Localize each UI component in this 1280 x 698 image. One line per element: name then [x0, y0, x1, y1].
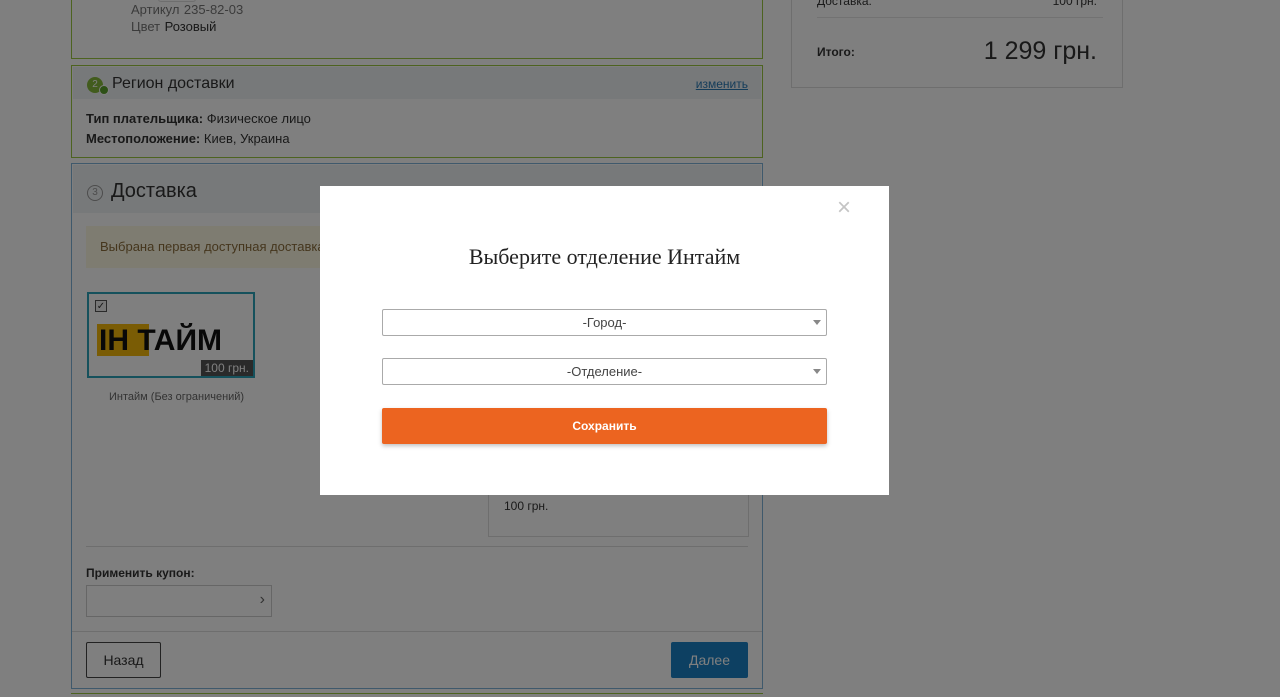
chevron-down-icon	[813, 320, 821, 325]
modal-title: Выберите отделение Интайм	[468, 244, 741, 269]
city-select-value: -Город-	[582, 315, 627, 330]
close-icon[interactable]: ×	[837, 196, 851, 220]
chevron-down-icon	[813, 369, 821, 374]
branch-select-modal: × Выберите отделение Интайм -Город- -Отд…	[320, 186, 889, 495]
save-button[interactable]: Сохранить	[382, 408, 827, 444]
branch-select[interactable]: -Отделение-	[382, 358, 827, 385]
branch-select-value: -Отделение-	[566, 364, 643, 379]
city-select[interactable]: -Город-	[382, 309, 827, 336]
